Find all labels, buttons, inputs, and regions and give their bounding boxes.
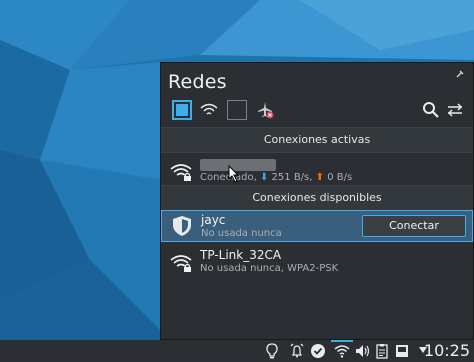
airplane-icon[interactable] xyxy=(255,100,275,120)
lightbulb-icon[interactable] xyxy=(264,343,280,359)
taskbar: 10:25 xyxy=(0,340,474,362)
active-connections-header: Conexiones activas xyxy=(161,127,473,153)
network-item-jayc[interactable]: jayc No usada nunca Conectar xyxy=(161,210,473,242)
connect-button[interactable]: Conectar xyxy=(362,215,466,237)
pin-icon[interactable] xyxy=(455,69,465,79)
network-name: TP-Link_32CA xyxy=(200,248,282,262)
alarm-icon[interactable] xyxy=(289,343,305,359)
clipboard-icon[interactable] xyxy=(374,343,390,359)
popup-title: Redes xyxy=(168,71,227,93)
volume-icon[interactable] xyxy=(354,343,370,359)
search-icon[interactable] xyxy=(421,100,441,120)
network-status: No usada nunca, WPA2-PSK xyxy=(200,263,339,274)
active-connection-status: Conectado, ⬇ 251 B/s, ⬆ 0 B/s xyxy=(200,172,353,183)
toolbar xyxy=(169,99,465,123)
networks-popup: Redes Conexiones activas Conectado, ⬇ 25… xyxy=(160,62,474,340)
wifi-locked-icon xyxy=(170,255,192,272)
network-item-tplink[interactable]: TP-Link_32CA No usada nunca, WPA2-PSK xyxy=(161,246,473,280)
clock[interactable]: 10:25 xyxy=(424,341,470,360)
active-indicator xyxy=(331,340,353,342)
upload-arrow-icon: ⬆ xyxy=(315,172,325,183)
checkbox-icon[interactable] xyxy=(227,100,247,120)
available-connections-header: Conexiones disponibles xyxy=(161,185,473,211)
active-connection-item[interactable]: Conectado, ⬇ 251 B/s, ⬆ 0 B/s xyxy=(161,155,473,189)
mouse-cursor-icon xyxy=(228,165,240,183)
shield-icon xyxy=(173,216,191,236)
upload-rate: 0 B/s xyxy=(327,172,353,183)
download-rate: 251 B/s xyxy=(271,172,310,183)
check-icon[interactable] xyxy=(310,343,326,359)
download-arrow-icon: ⬇ xyxy=(259,172,269,183)
settings-icon[interactable] xyxy=(445,100,465,120)
wifi-icon[interactable] xyxy=(199,100,219,120)
network-name: jayc xyxy=(201,213,226,227)
wifi-locked-icon xyxy=(170,164,192,181)
device-icon[interactable] xyxy=(394,343,410,359)
wifi-icon[interactable] xyxy=(334,343,350,359)
checkbox-checked-icon[interactable] xyxy=(172,100,192,120)
network-status: No usada nunca xyxy=(201,228,282,239)
